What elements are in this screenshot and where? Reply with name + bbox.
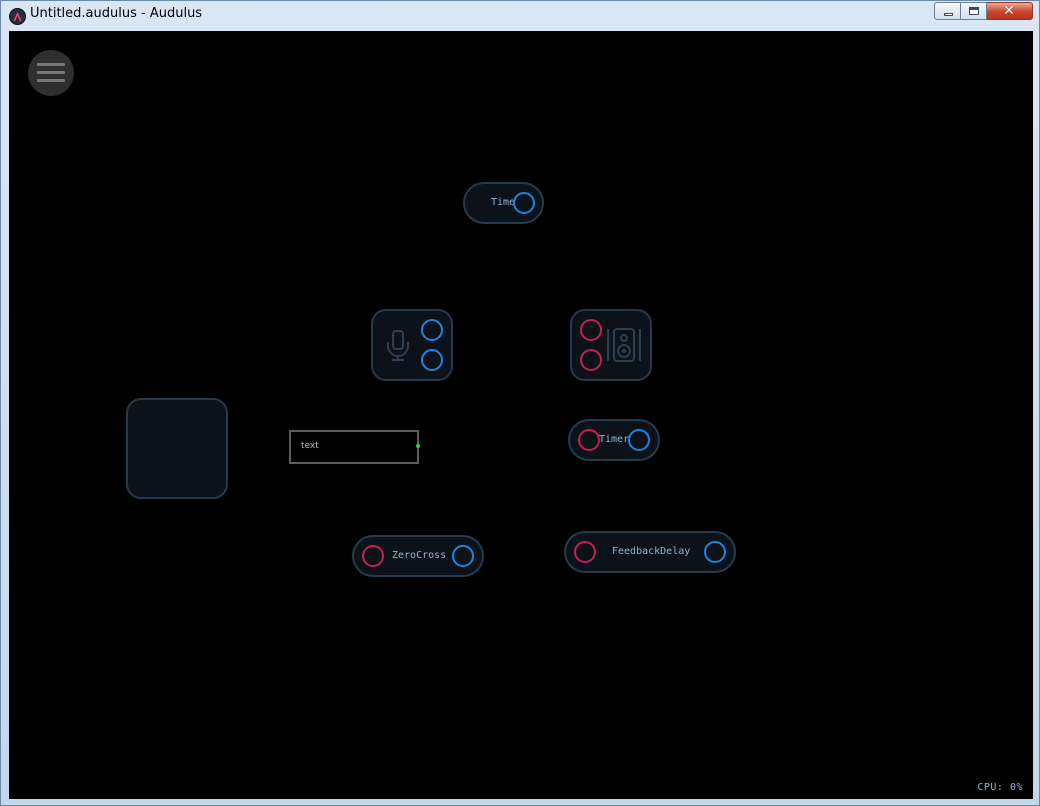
audio-output-node[interactable] xyxy=(570,309,652,381)
zerocross-node[interactable]: ZeroCross xyxy=(352,535,484,577)
node-label: FeedbackDelay xyxy=(612,546,691,557)
title-bar[interactable]: Untitled.audulus - Audulus ✕ xyxy=(1,1,1039,30)
timer-node-top[interactable]: Time xyxy=(463,182,544,224)
audulus-app-icon xyxy=(9,8,26,25)
feedback-delay-node[interactable]: FeedbackDelay xyxy=(564,531,736,573)
menu-button[interactable] xyxy=(28,50,74,96)
output-port[interactable] xyxy=(513,192,535,214)
text-node[interactable]: text xyxy=(289,430,420,464)
output-port[interactable] xyxy=(452,545,474,567)
node-label: Time xyxy=(491,197,516,208)
output-port-left[interactable] xyxy=(421,319,443,341)
node-label: Timer xyxy=(599,434,630,445)
node-label: ZeroCross xyxy=(392,550,447,561)
app-window: Untitled.audulus - Audulus ✕ Time text T… xyxy=(0,0,1040,806)
maximize-button[interactable] xyxy=(961,2,987,20)
microphone-icon xyxy=(387,330,409,361)
timer-node[interactable]: Timer xyxy=(568,419,660,461)
resize-handle[interactable] xyxy=(416,444,420,448)
input-port-left[interactable] xyxy=(580,319,602,341)
output-port-right[interactable] xyxy=(421,349,443,371)
output-port[interactable] xyxy=(704,541,726,563)
hamburger-icon-bar xyxy=(37,71,65,74)
cpu-usage-readout: CPU: 0% xyxy=(977,782,1023,793)
input-port[interactable] xyxy=(362,545,384,567)
empty-module-node[interactable] xyxy=(126,398,228,499)
output-port[interactable] xyxy=(628,429,650,451)
close-icon: ✕ xyxy=(1003,3,1015,19)
hamburger-icon-bar xyxy=(37,79,65,82)
close-button[interactable]: ✕ xyxy=(987,2,1033,20)
patch-canvas[interactable]: Time text Timer ZeroCross FeedbackDelay … xyxy=(9,31,1033,799)
minimize-icon xyxy=(944,13,953,16)
audio-input-node[interactable] xyxy=(371,309,453,381)
input-port[interactable] xyxy=(574,541,596,563)
input-port[interactable] xyxy=(578,429,600,451)
minimize-button[interactable] xyxy=(934,2,961,20)
speaker-icon xyxy=(607,328,641,362)
input-port-right[interactable] xyxy=(580,349,602,371)
hamburger-icon xyxy=(37,63,65,66)
maximize-icon xyxy=(969,7,979,15)
window-title: Untitled.audulus - Audulus xyxy=(30,6,203,21)
text-node-label: text xyxy=(301,441,319,451)
window-controls: ✕ xyxy=(934,2,1033,21)
